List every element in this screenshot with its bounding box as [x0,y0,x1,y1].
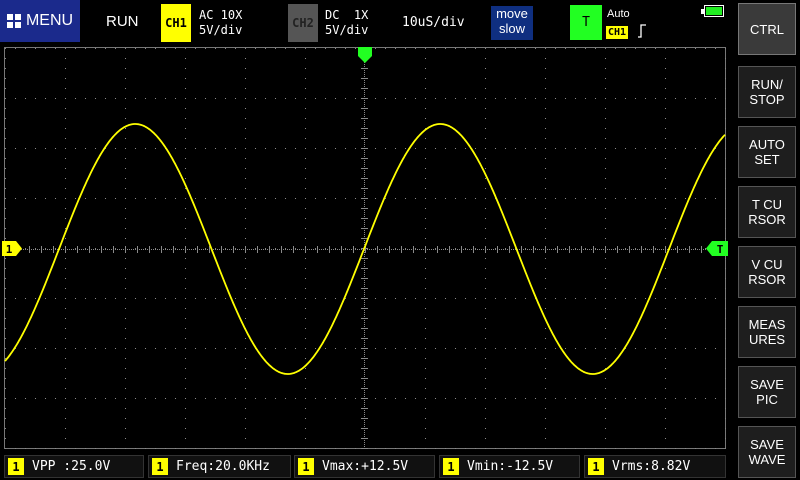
ch1-offset-marker[interactable]: 1 [2,241,22,256]
measure-vpp-value: VPP :25.0V [32,459,111,474]
measure-channel-badge: 1 [443,458,459,475]
measure-channel-badge: 1 [152,458,168,475]
trigger-position-marker[interactable] [358,47,372,63]
sidebar: CTRL RUN/ STOP AUTO SET T CU RSOR V CU R… [737,0,800,480]
measure-vpp[interactable]: 1 VPP :25.0V [4,455,144,478]
graticule [5,48,726,449]
save-pic-button[interactable]: SAVE PIC [738,366,796,418]
measure-vrms[interactable]: 1 Vrms:8.82V [584,455,726,478]
measure-vrms-value: Vrms:8.82V [612,459,691,474]
time-cursor-button[interactable]: T CU RSOR [738,186,796,238]
measure-vmax-value: Vmax:+12.5V [322,459,409,474]
measure-channel-badge: 1 [298,458,314,475]
measure-vmin-value: Vmin:-12.5V [467,459,554,474]
measure-channel-badge: 1 [588,458,604,475]
auto-set-button[interactable]: AUTO SET [738,126,796,178]
voltage-cursor-button[interactable]: V CU RSOR [738,246,796,298]
ctrl-button[interactable]: CTRL [738,3,796,55]
ch1-marker-label: 1 [6,243,13,256]
waveform-plot [4,48,726,449]
save-wave-button[interactable]: SAVE WAVE [738,426,796,478]
run-stop-button[interactable]: RUN/ STOP [738,66,796,118]
measure-vmax[interactable]: 1 Vmax:+12.5V [294,455,435,478]
measure-freq-value: Freq:20.0KHz [176,459,270,474]
trigger-marker-label: T [717,243,724,256]
trigger-level-marker[interactable]: T [706,241,728,256]
measure-vmin[interactable]: 1 Vmin:-12.5V [439,455,580,478]
measurement-bar: 1 VPP :25.0V 1 Freq:20.0KHz 1 Vmax:+12.5… [0,453,736,480]
measure-channel-badge: 1 [8,458,24,475]
measure-freq[interactable]: 1 Freq:20.0KHz [148,455,291,478]
measures-button[interactable]: MEAS URES [738,306,796,358]
